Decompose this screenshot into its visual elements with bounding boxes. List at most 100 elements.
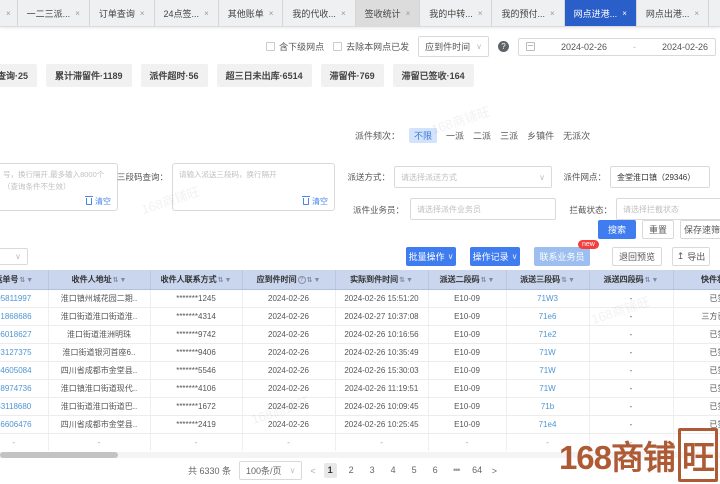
tab-24-sign[interactable]: 24点签...× xyxy=(155,0,219,26)
header-expected-time[interactable]: 应到件时间?⇅▼ xyxy=(242,270,335,289)
frequency-unlimited[interactable]: 不限 xyxy=(409,128,437,143)
export-button[interactable]: ↥ 导出 xyxy=(672,247,710,266)
page-1[interactable]: 1 xyxy=(324,463,337,478)
sort-icon[interactable]: ⇅ xyxy=(113,277,119,284)
cell-seg3[interactable]: 71W3 xyxy=(506,289,589,307)
horizontal-scrollbar-thumb[interactable] xyxy=(0,452,118,458)
batch-operation-button[interactable]: 批量操作 ∨ xyxy=(406,247,456,266)
tab-my-prepay[interactable]: 我的预付...× xyxy=(492,0,564,26)
cell-seg3[interactable]: 71W xyxy=(506,343,589,361)
close-tab-icon[interactable]: × xyxy=(622,9,627,18)
sort-icon[interactable]: ⇅ xyxy=(645,277,651,284)
page-64[interactable]: 64 xyxy=(471,463,484,478)
checkbox-include-sub-branch[interactable]: 含下级网点 xyxy=(266,40,324,53)
tab-cut[interactable]: × xyxy=(0,0,18,26)
header-seg2[interactable]: 派送二段码⇅▼ xyxy=(428,270,506,289)
close-tab-icon[interactable]: × xyxy=(6,9,11,18)
delivery-method-select[interactable]: 请选择派送方式 ∨ xyxy=(394,166,552,188)
clear-segment-link[interactable]: 清空 xyxy=(303,196,328,207)
frequency-township[interactable]: 乡镇件 xyxy=(527,129,554,142)
sort-icon[interactable]: ⇅ xyxy=(218,277,224,284)
checkbox-remove-sent[interactable]: 去除本网点已发 xyxy=(333,40,409,53)
filter-icon[interactable]: ▼ xyxy=(224,277,231,284)
cell-waybill[interactable]: 71868686 xyxy=(0,307,48,325)
filter-icon[interactable]: ▼ xyxy=(568,277,575,284)
time-type-select[interactable]: 应到件时间 ∨ xyxy=(418,36,489,57)
header-actual-time[interactable]: 实际到件时间⇅▼ xyxy=(335,270,428,289)
tab-yiersanpai[interactable]: 一二三派...× xyxy=(18,0,90,26)
cell-waybill[interactable]: 95811997 xyxy=(0,289,48,307)
cell-waybill[interactable]: 38974736 xyxy=(0,379,48,397)
page-6[interactable]: 6 xyxy=(429,463,442,478)
delivery-branch-input[interactable]: 金堂淮口镇（29346） xyxy=(610,166,710,188)
sort-icon[interactable]: ⇅ xyxy=(19,277,25,284)
date-start[interactable]: 2024-02-26 xyxy=(561,42,607,52)
page-2[interactable]: 2 xyxy=(345,463,358,478)
close-tab-icon[interactable]: × xyxy=(550,9,555,18)
close-tab-icon[interactable]: × xyxy=(140,9,145,18)
page-4[interactable]: 4 xyxy=(387,463,400,478)
search-button[interactable]: 搜索 xyxy=(598,220,636,239)
checkbox-icon[interactable] xyxy=(266,42,275,51)
cell-waybill[interactable]: 63118680 xyxy=(0,397,48,415)
close-tab-icon[interactable]: × xyxy=(478,9,483,18)
filter-icon[interactable]: ▼ xyxy=(26,277,33,284)
header-seg4[interactable]: 派送四段码⇅▼ xyxy=(589,270,673,289)
cell-waybill[interactable]: 06018627 xyxy=(0,325,48,343)
filter-icon[interactable]: ▼ xyxy=(119,277,126,284)
cell-seg3[interactable]: 71W xyxy=(506,379,589,397)
sort-icon[interactable]: ⇅ xyxy=(481,277,487,284)
stat-badge-retained-signed[interactable]: 滞留已签收·164 xyxy=(393,64,474,87)
return-preview-button[interactable]: 退回预览 xyxy=(612,247,662,266)
cell-seg3[interactable]: 71e6 xyxy=(506,307,589,325)
close-tab-icon[interactable]: × xyxy=(341,9,346,18)
cell-seg3[interactable]: 71W xyxy=(506,361,589,379)
tab-other-bills[interactable]: 其他账单× xyxy=(219,0,284,26)
tab-outbound[interactable]: 网点出港...× xyxy=(637,0,709,26)
close-tab-icon[interactable]: × xyxy=(406,9,411,18)
save-filter-button[interactable]: 保存速筛 xyxy=(680,220,720,239)
header-waybill[interactable]: 运单号⇅▼ xyxy=(0,270,48,289)
sort-icon[interactable]: ⇅ xyxy=(399,277,405,284)
courier-select[interactable]: 请选择派件业务员 xyxy=(410,198,556,220)
frequency-1[interactable]: 一派 xyxy=(446,129,464,142)
close-tab-icon[interactable]: × xyxy=(694,9,699,18)
checkbox-icon[interactable] xyxy=(333,42,342,51)
header-contact[interactable]: 收件人联系方式⇅▼ xyxy=(150,270,242,289)
tab-sign-stats[interactable]: 签收统计× xyxy=(356,0,421,26)
stat-badge-retained-total[interactable]: 累计滞留件·1189 xyxy=(46,64,132,87)
frequency-none[interactable]: 无派次 xyxy=(563,129,590,142)
stat-badge-query[interactable]: 查询·25 xyxy=(0,64,37,87)
cell-seg3[interactable]: 71e2 xyxy=(506,325,589,343)
next-page-icon[interactable]: > xyxy=(492,466,497,476)
question-icon[interactable]: ? xyxy=(498,41,509,52)
header-seg3[interactable]: 派送三段码⇅▼ xyxy=(506,270,589,289)
waybill-textarea[interactable]: 号，换行隔开,最多输入8000个（查询条件不生效） 清空 xyxy=(0,163,118,211)
page-3[interactable]: 3 xyxy=(366,463,379,478)
prev-page-icon[interactable]: < xyxy=(310,466,315,476)
date-range-picker[interactable]: 2024-02-26 - 2024-02-26 xyxy=(518,38,716,56)
contact-courier-button[interactable]: 联系业务员 xyxy=(534,247,590,266)
filter-icon[interactable]: ▼ xyxy=(487,277,494,284)
cell-waybill[interactable]: 63127375 xyxy=(0,343,48,361)
page-size-select[interactable]: 100条/页 ∨ xyxy=(239,461,302,480)
cell-waybill[interactable]: 04605084 xyxy=(0,361,48,379)
segment-textarea[interactable]: 请输入派送三段码，换行隔开 清空 xyxy=(172,163,335,211)
frequency-2[interactable]: 二派 xyxy=(473,129,491,142)
operation-record-button[interactable]: 操作记录 ∨ xyxy=(470,247,520,266)
question-icon[interactable]: ? xyxy=(298,276,306,284)
close-tab-icon[interactable]: × xyxy=(204,9,209,18)
filter-icon[interactable]: ▼ xyxy=(406,277,413,284)
stat-badge-retained[interactable]: 滞留件·769 xyxy=(321,64,384,87)
frequency-3[interactable]: 三派 xyxy=(500,129,518,142)
filter-icon[interactable]: ▼ xyxy=(313,277,320,284)
cell-seg3[interactable]: 71b xyxy=(506,397,589,415)
close-tab-icon[interactable]: × xyxy=(269,9,274,18)
page-5[interactable]: 5 xyxy=(408,463,421,478)
tab-inbound-active[interactable]: 网点进港...× xyxy=(565,0,637,26)
reset-button[interactable]: 重置 xyxy=(642,220,674,239)
sort-icon[interactable]: ⇅ xyxy=(307,277,313,284)
stat-badge-3day-unshipped[interactable]: 超三日未出库·6514 xyxy=(217,64,312,87)
header-address[interactable]: 收件人地址⇅▼ xyxy=(48,270,150,289)
tab-my-transit[interactable]: 我的中转...× xyxy=(420,0,492,26)
